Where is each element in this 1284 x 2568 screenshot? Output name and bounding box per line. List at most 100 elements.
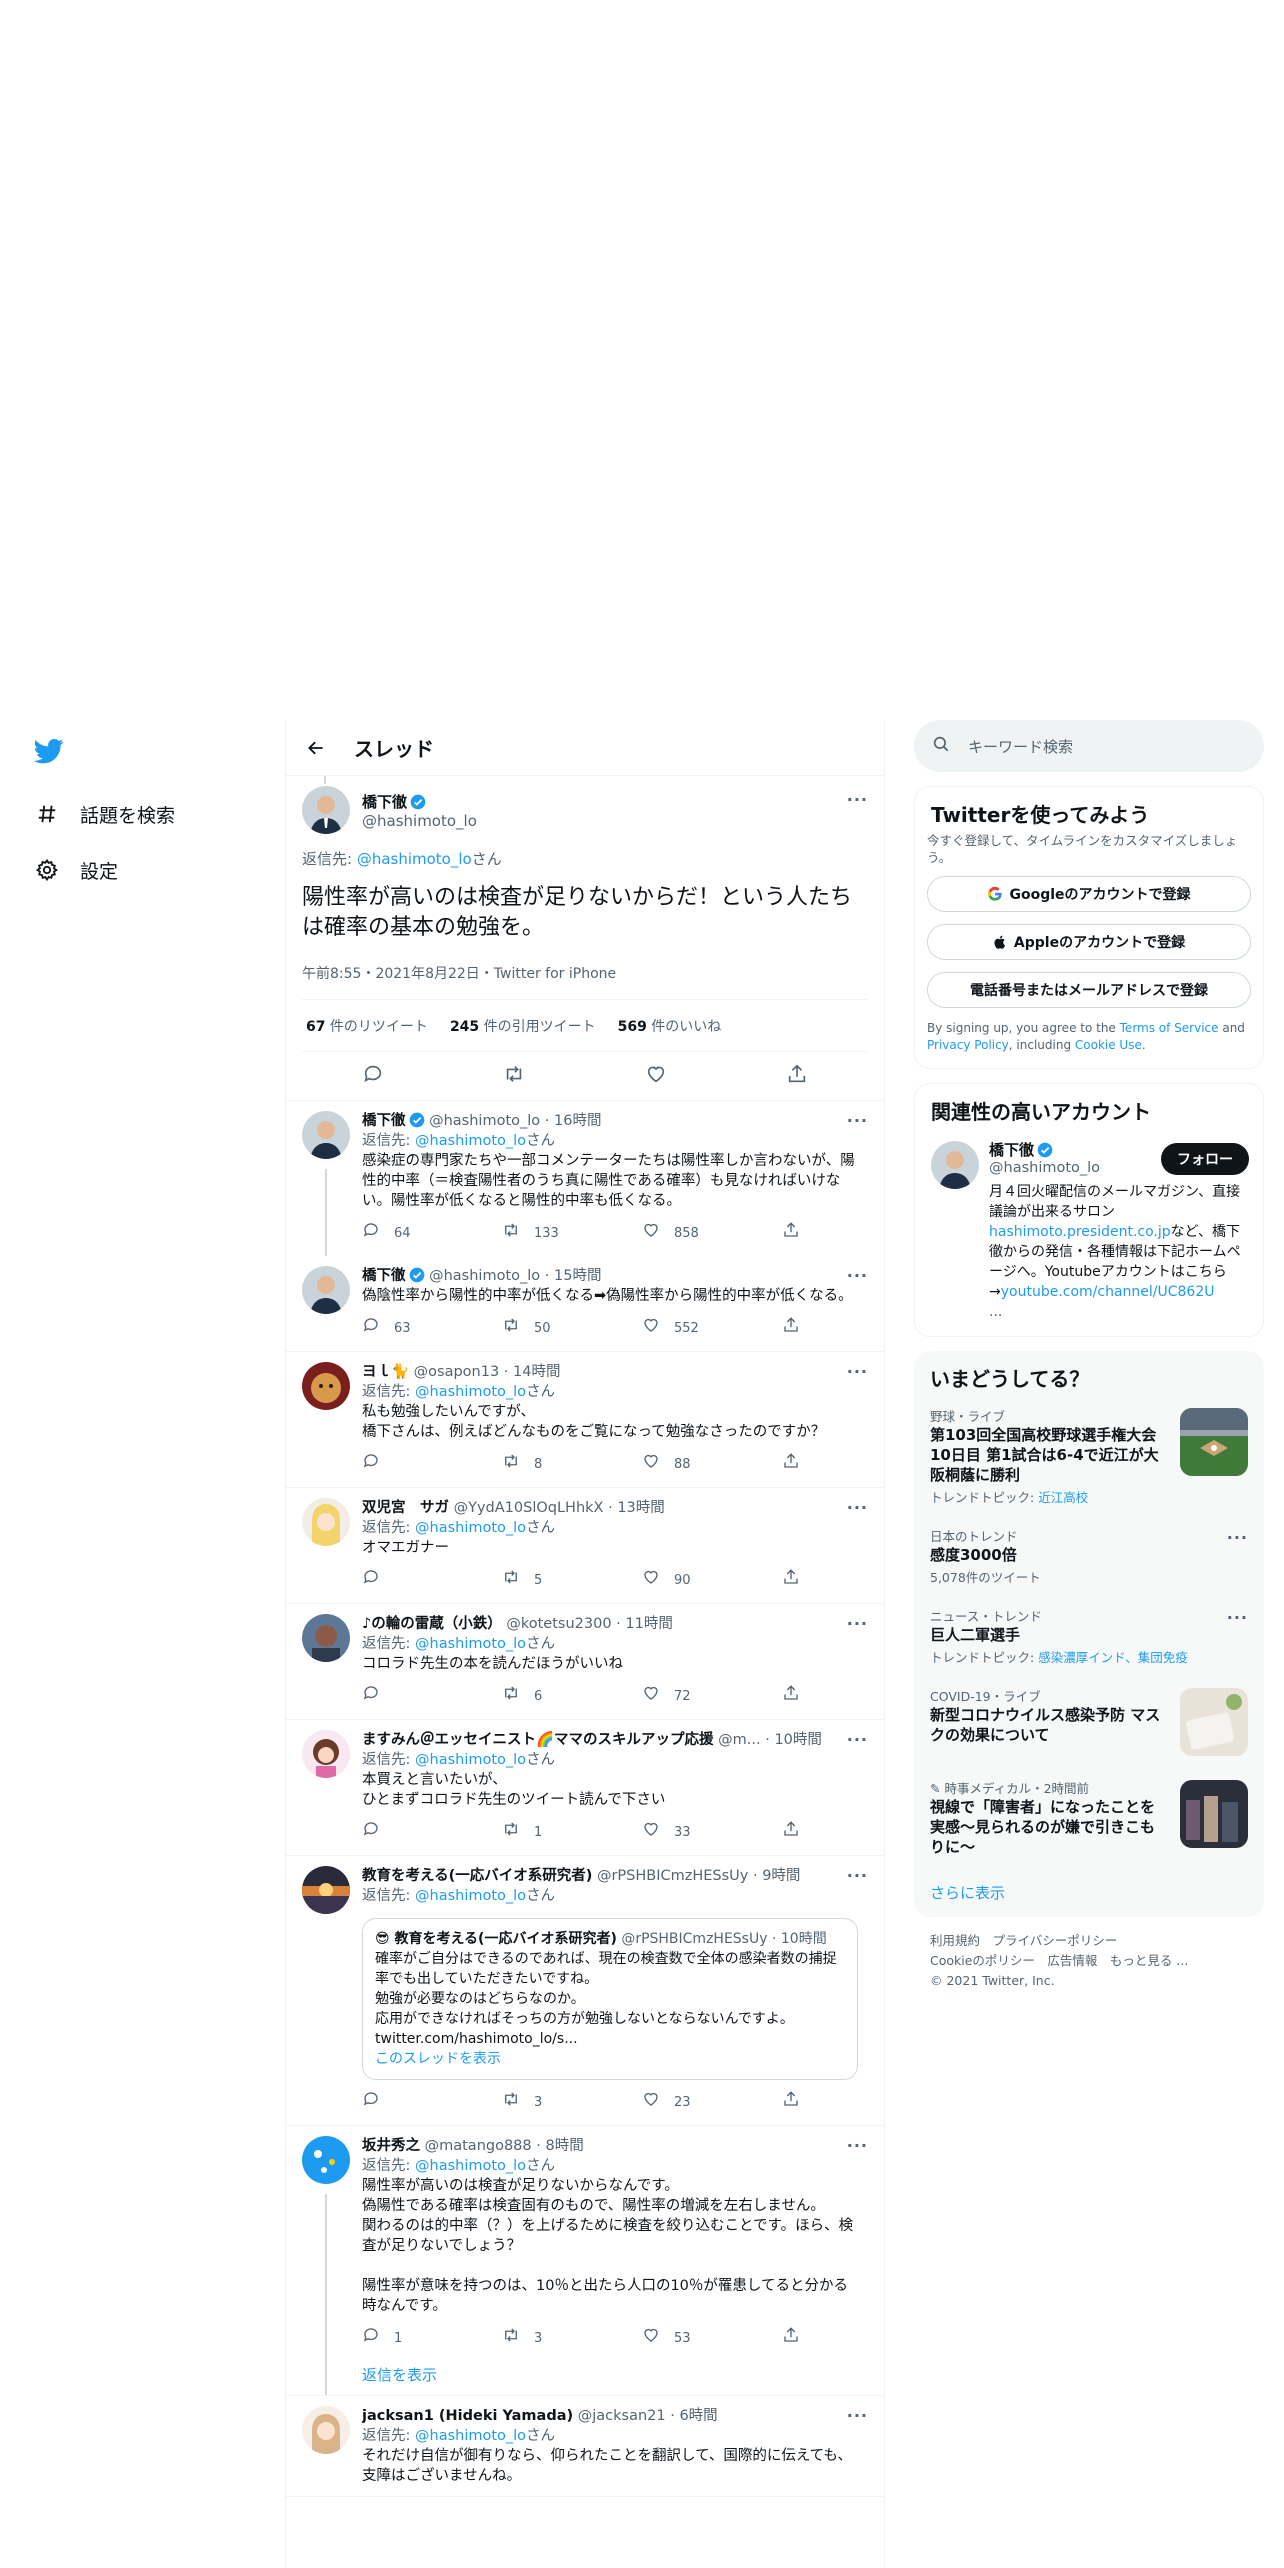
author-name[interactable]: ますみん＠エッセイニスト🌈ママのスキルアップ応援 — [362, 1732, 714, 1748]
retweet-button[interactable]: 5 — [502, 1568, 572, 1593]
like-button[interactable]: 33 — [642, 1820, 712, 1845]
like-button[interactable]: 53 — [642, 2326, 712, 2351]
avatar[interactable] — [302, 1614, 350, 1662]
retweet-button[interactable]: 1 — [502, 1820, 572, 1845]
author-handle[interactable]: @jacksan21 — [578, 2408, 666, 2424]
like-icon[interactable] — [645, 1063, 667, 1089]
avatar[interactable] — [302, 1111, 350, 1159]
tweet-timestamp[interactable]: 午前8:55・2021年8月22日・Twitter for iPhone — [302, 963, 868, 1000]
reply-tweet[interactable]: 教育を考える(一応バイオ系研究者) @rPSHBICmzHESsUy · 9時間… — [286, 1856, 884, 2126]
more-options-icon[interactable]: ··· — [1227, 1608, 1248, 1627]
reply-time[interactable]: 6時間 — [679, 2408, 717, 2424]
reply-button[interactable]: 1 — [362, 2326, 432, 2351]
nav-item-settings[interactable]: 設定 — [34, 854, 118, 886]
reply-time[interactable]: 16時間 — [554, 1113, 601, 1129]
google-signup-button[interactable]: Googleのアカウントで登録 — [927, 876, 1251, 912]
share-icon[interactable] — [786, 1063, 808, 1089]
bio-link-1[interactable]: hashimoto.president.co.jp — [989, 1224, 1171, 1240]
trend-item[interactable]: 日本のトレンド 感度3000倍 5,078件のツイート ··· — [914, 1516, 1264, 1596]
more-options-icon[interactable]: ··· — [847, 1266, 868, 1286]
phone-email-signup-button[interactable]: 電話番号またはメールアドレスで登録 — [927, 972, 1251, 1008]
share-button[interactable] — [782, 1820, 802, 1845]
reply-tweet[interactable]: 双児宮 サガ @YydA10SlOqLHhkX · 13時間 ··· 返信先: @h… — [286, 1488, 884, 1604]
avatar[interactable] — [302, 1266, 350, 1314]
avatar[interactable] — [931, 1141, 979, 1189]
more-options-icon[interactable]: ··· — [847, 1498, 868, 1518]
trend-sub-link[interactable]: 感染濃厚インド、集団免疫 — [1038, 1650, 1188, 1665]
author-handle[interactable]: @YydA10SlOqLHhkX — [454, 1500, 604, 1516]
search-box[interactable]: キーワード検索 — [914, 720, 1264, 772]
footer-links-1[interactable]: 利用規約 プライバシーポリシー — [930, 1931, 1248, 1951]
reply-to-link[interactable]: @hashimoto_lo — [415, 1520, 526, 1536]
reply-to-link[interactable]: @hashimoto_lo — [415, 2158, 526, 2174]
reply-tweet[interactable]: jacksan1 (Hideki Yamada) @jacksan21 · 6時… — [286, 2396, 884, 2497]
author-name[interactable]: jacksan1 (Hideki Yamada) — [362, 2408, 573, 2424]
author-handle[interactable]: @hashimoto_lo — [429, 1113, 540, 1129]
reply-time[interactable]: 14時間 — [513, 1364, 560, 1380]
reply-button[interactable]: 63 — [362, 1316, 432, 1341]
avatar[interactable] — [302, 1866, 350, 1914]
reply-to-link[interactable]: @hashimoto_lo — [357, 850, 472, 868]
like-button[interactable]: 23 — [642, 2090, 712, 2115]
author-name[interactable]: ヨｌ🐈 — [362, 1364, 409, 1380]
share-button[interactable] — [782, 1452, 802, 1477]
terms-link[interactable]: Terms of Service — [1120, 1021, 1219, 1035]
share-button[interactable] — [782, 1568, 802, 1593]
more-options-icon[interactable]: ··· — [847, 2136, 868, 2156]
retweet-count-link[interactable]: 67 件のリツイート — [306, 1016, 428, 1036]
retweet-button[interactable]: 50 — [502, 1316, 572, 1341]
nav-item-explore[interactable]: 話題を検索 — [34, 798, 175, 830]
like-button[interactable]: 858 — [642, 1221, 712, 1246]
more-options-icon[interactable]: ··· — [847, 2406, 868, 2426]
retweet-button[interactable]: 3 — [502, 2090, 572, 2115]
reply-time[interactable]: 13時間 — [617, 1500, 664, 1516]
author-name[interactable]: 橋下徹 — [362, 793, 407, 811]
author-name[interactable]: 双児宮 サガ — [362, 1500, 449, 1516]
share-button[interactable] — [782, 1221, 802, 1246]
more-options-icon[interactable]: ··· — [847, 1111, 868, 1131]
share-button[interactable] — [782, 2090, 802, 2115]
avatar[interactable] — [302, 1498, 350, 1546]
author-name[interactable]: 橋下徹 — [362, 1268, 406, 1284]
more-options-icon[interactable]: ··· — [847, 1362, 868, 1382]
reply-time[interactable]: 11時間 — [625, 1616, 672, 1632]
show-replies-link[interactable]: 返信を表示 — [362, 2365, 858, 2385]
reply-tweet[interactable]: ヨｌ🐈 @osapon13 · 14時間 ··· 返信先: @hashimoto_l… — [286, 1352, 884, 1488]
share-button[interactable] — [782, 1316, 802, 1341]
avatar[interactable] — [302, 1362, 350, 1410]
apple-signup-button[interactable]: Appleのアカウントで登録 — [927, 924, 1251, 960]
reply-button[interactable] — [362, 2090, 432, 2115]
like-count-link[interactable]: 569 件のいいね — [618, 1016, 722, 1036]
reply-to-link[interactable]: @hashimoto_lo — [415, 1752, 526, 1768]
author-handle[interactable]: @hashimoto_lo — [362, 812, 477, 830]
author-name[interactable]: 橋下徹 — [362, 1113, 406, 1129]
avatar[interactable] — [302, 2136, 350, 2184]
author-name[interactable]: ♪の輪の雷蔵（小鉄） — [362, 1616, 502, 1632]
retweet-button[interactable]: 6 — [502, 1684, 572, 1709]
reply-tweet[interactable]: 橋下徹 @hashimoto_lo · 15時間 ··· 偽陰性率から陽性的中率が低… — [286, 1256, 884, 1352]
avatar[interactable] — [302, 2406, 350, 2454]
retweet-button[interactable]: 8 — [502, 1452, 572, 1477]
like-button[interactable]: 72 — [642, 1684, 712, 1709]
author-handle[interactable]: @hashimoto_lo — [429, 1268, 540, 1284]
back-arrow-icon[interactable] — [304, 736, 328, 760]
privacy-link[interactable]: Privacy Policy — [927, 1038, 1009, 1052]
reply-tweet[interactable]: 坂井秀之 @matango888 · 8時間 ··· 返信先: @hashimoto… — [286, 2126, 884, 2396]
reply-tweet[interactable]: 橋下徹 @hashimoto_lo · 16時間 ··· 返信先: @hashimo… — [286, 1101, 884, 1256]
bio-link-2[interactable]: youtube.com/channel/UC862U — [1001, 1284, 1215, 1300]
reply-time[interactable]: 8時間 — [545, 2138, 583, 2154]
show-thread-link[interactable]: このスレッドを表示 — [375, 2049, 845, 2069]
author-handle[interactable]: @m... — [718, 1732, 760, 1748]
like-button[interactable]: 88 — [642, 1452, 712, 1477]
more-options-icon[interactable]: ··· — [847, 1614, 868, 1634]
reply-to-link[interactable]: @hashimoto_lo — [415, 1888, 526, 1904]
reply-button[interactable] — [362, 1820, 432, 1845]
like-button[interactable]: 552 — [642, 1316, 712, 1341]
share-button[interactable] — [782, 1684, 802, 1709]
reply-to-link[interactable]: @hashimoto_lo — [415, 1636, 526, 1652]
trend-item[interactable]: ニュース・トレンド 巨人二軍選手 トレンドトピック: 感染濃厚インド、集団免疫 … — [914, 1596, 1264, 1676]
footer-links-2[interactable]: Cookieのポリシー 広告情報 もっと見る ... — [930, 1951, 1248, 1971]
avatar[interactable] — [302, 786, 350, 834]
trend-sub-link[interactable]: 近江高校 — [1038, 1490, 1088, 1505]
like-button[interactable]: 90 — [642, 1568, 712, 1593]
